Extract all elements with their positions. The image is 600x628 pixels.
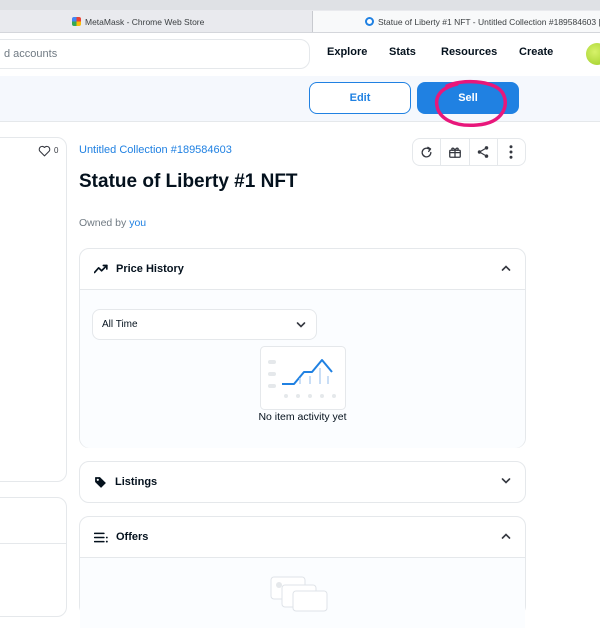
browser-tabstrip: MetaMask - Chrome Web Store Statue of Li… [0,0,600,33]
empty-offers-illustration [270,576,328,612]
offers-body [80,557,525,628]
period-select[interactable]: All Time [92,309,317,340]
asset-toolbar [412,138,526,166]
tag-icon [94,476,107,489]
favorite-count: 0 [54,146,59,155]
search-placeholder: d accounts [4,48,58,60]
owner-link[interactable]: you [129,217,146,229]
listings-title: Listings [115,476,158,488]
chevron-down-icon [501,478,511,484]
heart-icon[interactable] [38,145,51,157]
offers-title: Offers [116,531,149,543]
sell-button[interactable]: Sell [417,82,519,114]
asset-image-card [0,137,67,482]
share-icon [477,146,489,158]
more-vertical-icon [509,145,513,159]
listings-panel: Listings [79,461,526,503]
list-icon [94,532,108,543]
nav-create[interactable]: Create [519,46,553,58]
trending-icon [94,264,108,274]
listings-header[interactable]: Listings [80,462,525,502]
chevron-up-icon [501,533,511,539]
tab-metamask[interactable]: MetaMask - Chrome Web Store [72,11,312,32]
offers-header[interactable]: Offers [80,517,525,557]
collection-link[interactable]: Untitled Collection #189584603 [79,144,232,156]
avatar[interactable] [586,43,600,65]
tab-title: Statue of Liberty #1 NFT - Untitled Coll… [378,16,600,27]
chevron-up-icon [501,265,511,271]
opensea-icon [365,17,374,26]
empty-chart-illustration [260,346,346,410]
nav-stats[interactable]: Stats [389,46,416,58]
refresh-button[interactable] [413,139,442,165]
chevron-down-icon [296,322,306,328]
gift-icon [448,147,461,158]
share-button[interactable] [470,139,498,165]
more-options-button[interactable] [498,139,525,165]
period-select-value: All Time [102,319,138,330]
edit-button[interactable]: Edit [309,82,411,114]
price-history-panel: Price History All Time No item activity … [79,248,526,448]
price-history-title: Price History [116,263,184,275]
owner-line: Owned by you [79,217,146,229]
transfer-button[interactable] [441,139,470,165]
owned-by-label: Owned by [79,217,127,229]
empty-activity-text: No item activity yet [258,411,347,423]
price-history-body: All Time No item activity yet [80,289,525,448]
description-card [0,497,67,617]
owner-action-bar: Edit Sell [0,76,600,122]
price-history-header[interactable]: Price History [80,249,525,289]
tab-opensea[interactable]: Statue of Liberty #1 NFT - Untitled Coll… [312,11,600,32]
offers-panel: Offers [79,516,526,628]
tab-title: MetaMask - Chrome Web Store [85,16,205,27]
refresh-icon [421,146,432,157]
chrome-web-store-icon [72,17,81,26]
site-header: d accounts Explore Stats Resources Creat… [0,33,600,76]
browser-topline [0,0,600,10]
nav-resources[interactable]: Resources [441,46,497,58]
search-input[interactable]: d accounts [0,39,310,69]
page-title: Statue of Liberty #1 NFT [79,171,298,192]
nav-explore[interactable]: Explore [327,46,367,58]
